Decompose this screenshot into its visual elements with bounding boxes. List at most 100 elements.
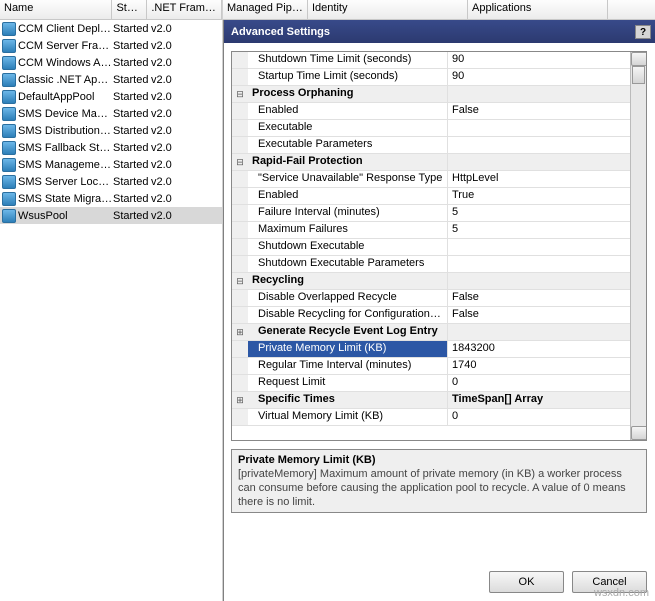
row-status: Started [113,74,151,86]
prop-private-memory[interactable]: Private Memory Limit (KB) [232,341,632,358]
row-name: CCM Windows Au… [18,57,113,69]
grid-scrollbar[interactable]: ▲ ▼ [630,52,646,440]
prop-shutdown-time[interactable]: Shutdown Time Limit (seconds)90 [232,52,632,69]
app-pool-row[interactable]: CCM Windows Au…Startedv2.0 [0,54,222,71]
row-framework: v2.0 [151,108,201,120]
property-grid[interactable]: Shutdown Time Limit (seconds)90 Startup … [231,51,647,441]
prop-orphan-enabled[interactable]: EnabledFalse [232,103,632,120]
row-name: SMS Server Locat… [18,176,113,188]
col-identity[interactable]: Identity [308,0,468,19]
collapse-icon[interactable]: ⊟ [232,273,248,289]
row-status: Started [113,91,151,103]
prop-time-interval[interactable]: Regular Time Interval (minutes)1740 [232,358,632,375]
prop-virtual-memory[interactable]: Virtual Memory Limit (KB)0 [232,409,632,426]
app-pool-row[interactable]: SMS Server Locat…Startedv2.0 [0,173,222,190]
app-pool-icon [2,124,16,138]
app-pool-list: Name Status .NET Frame… CCM Client Deplo… [0,0,223,601]
row-name: SMS State Migrati… [18,193,113,205]
col-pipeline[interactable]: Managed Pipeli… [223,0,308,19]
app-pool-icon [2,158,16,172]
app-pool-icon [2,192,16,206]
app-pool-row[interactable]: Classic .NET App…Startedv2.0 [0,71,222,88]
row-framework: v2.0 [151,91,201,103]
app-pool-row[interactable]: SMS State Migrati…Startedv2.0 [0,190,222,207]
app-pool-row[interactable]: SMS Managemen…Startedv2.0 [0,156,222,173]
app-pool-icon [2,90,16,104]
row-framework: v2.0 [151,23,201,35]
col-name[interactable]: Name [0,0,112,19]
prop-shutdown-exe[interactable]: Shutdown Executable [232,239,632,256]
row-status: Started [113,210,151,222]
collapse-icon[interactable]: ⊟ [232,86,248,102]
app-pool-row[interactable]: CCM Server Fram…Startedv2.0 [0,37,222,54]
watermark: wsxdn.com [594,587,649,599]
col-framework[interactable]: .NET Frame… [147,0,222,19]
scroll-up-icon[interactable]: ▲ [631,52,647,66]
prop-rapid-enabled[interactable]: EnabledTrue [232,188,632,205]
advanced-settings-dialog: Managed Pipeli… Identity Applications Ad… [223,0,655,601]
row-framework: v2.0 [151,193,201,205]
row-name: WsusPool [18,210,113,222]
app-pool-row[interactable]: SMS Fallback Stat…Startedv2.0 [0,139,222,156]
cat-recycling[interactable]: ⊟Recycling [232,273,632,290]
row-framework: v2.0 [151,40,201,52]
app-pool-icon [2,107,16,121]
row-name: CCM Client Deplo… [18,23,113,35]
app-pool-row[interactable]: SMS Distribution …Startedv2.0 [0,122,222,139]
row-framework: v2.0 [151,159,201,171]
private-memory-input[interactable] [452,342,619,354]
row-framework: v2.0 [151,142,201,154]
row-framework: v2.0 [151,74,201,86]
prop-overlapped-recycle[interactable]: Disable Overlapped RecycleFalse [232,290,632,307]
row-framework: v2.0 [151,210,201,222]
row-framework: v2.0 [151,176,201,188]
cat-rapid-fail[interactable]: ⊟Rapid-Fail Protection [232,154,632,171]
prop-shutdown-params[interactable]: Shutdown Executable Parameters [232,256,632,273]
app-pool-icon [2,39,16,53]
cat-recycle-events[interactable]: ⊞Generate Recycle Event Log Entry [232,324,632,341]
app-pool-row[interactable]: WsusPoolStartedv2.0 [0,207,222,224]
collapse-icon[interactable]: ⊟ [232,154,248,170]
app-pool-icon [2,22,16,36]
row-status: Started [113,159,151,171]
row-name: Classic .NET App… [18,74,113,86]
app-pool-icon [2,141,16,155]
row-framework: v2.0 [151,57,201,69]
list-header: Name Status .NET Frame… [0,0,222,20]
col-status[interactable]: Status [112,0,147,19]
expand-icon[interactable]: ⊞ [232,392,248,408]
scroll-thumb[interactable] [632,66,645,84]
prop-orphan-params[interactable]: Executable Parameters [232,137,632,154]
row-status: Started [113,142,151,154]
prop-failure-interval[interactable]: Failure Interval (minutes)5 [232,205,632,222]
row-name: SMS Fallback Stat… [18,142,113,154]
prop-orphan-exe[interactable]: Executable [232,120,632,137]
row-status: Started [113,176,151,188]
app-pool-row[interactable]: DefaultAppPoolStartedv2.0 [0,88,222,105]
app-pool-row[interactable]: SMS Device Mana…Startedv2.0 [0,105,222,122]
row-framework: v2.0 [151,125,201,137]
col-applications[interactable]: Applications [468,0,608,19]
row-name: SMS Managemen… [18,159,113,171]
list-header-right: Managed Pipeli… Identity Applications [223,0,655,20]
row-status: Started [113,57,151,69]
row-status: Started [113,193,151,205]
cat-process-orphaning[interactable]: ⊟Process Orphaning [232,86,632,103]
row-name: DefaultAppPool [18,91,113,103]
prop-max-failures[interactable]: Maximum Failures5 [232,222,632,239]
expand-icon[interactable]: ⊞ [232,324,248,340]
prop-request-limit[interactable]: Request Limit0 [232,375,632,392]
row-name: SMS Distribution … [18,125,113,137]
prop-config-recycle[interactable]: Disable Recycling for Configuration ChFa… [232,307,632,324]
ok-button[interactable]: OK [489,571,564,593]
app-pool-icon [2,175,16,189]
prop-503-response[interactable]: "Service Unavailable" Response TypeHttpL… [232,171,632,188]
app-pool-row[interactable]: CCM Client Deplo…Startedv2.0 [0,20,222,37]
row-status: Started [113,40,151,52]
prop-startup-time[interactable]: Startup Time Limit (seconds)90 [232,69,632,86]
prop-specific-times[interactable]: ⊞Specific TimesTimeSpan[] Array [232,392,632,409]
row-status: Started [113,125,151,137]
row-name: SMS Device Mana… [18,108,113,120]
scroll-down-icon[interactable]: ▼ [631,426,647,440]
app-pool-icon [2,73,16,87]
